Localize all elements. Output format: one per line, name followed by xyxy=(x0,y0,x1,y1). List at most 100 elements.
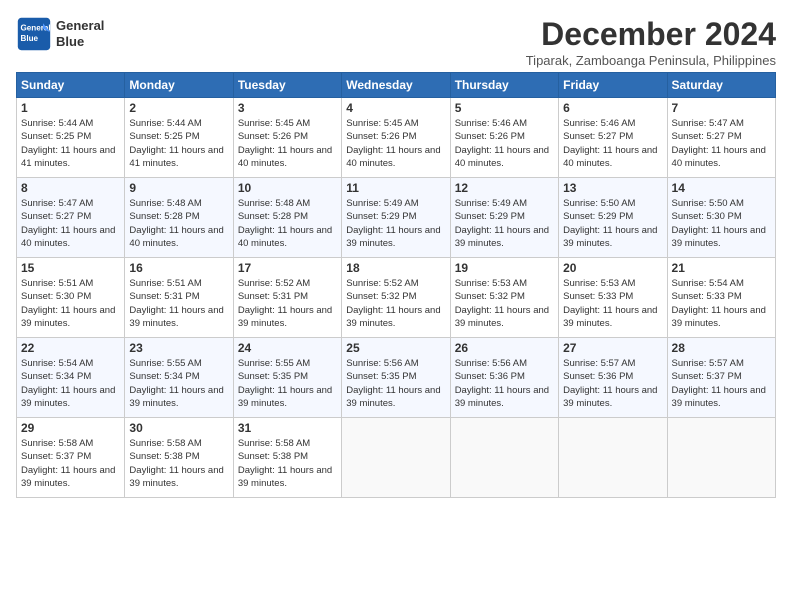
day-number: 10 xyxy=(238,181,337,195)
day-info: Sunrise: 5:58 AMSunset: 5:38 PMDaylight:… xyxy=(238,437,337,490)
calendar-cell: 13 Sunrise: 5:50 AMSunset: 5:29 PMDayligh… xyxy=(559,178,667,258)
day-info: Sunrise: 5:57 AMSunset: 5:36 PMDaylight:… xyxy=(563,357,662,410)
day-info: Sunrise: 5:53 AMSunset: 5:32 PMDaylight:… xyxy=(455,277,554,330)
day-info: Sunrise: 5:46 AMSunset: 5:27 PMDaylight:… xyxy=(563,117,662,170)
calendar-cell: 18 Sunrise: 5:52 AMSunset: 5:32 PMDayligh… xyxy=(342,258,450,338)
day-info: Sunrise: 5:48 AMSunset: 5:28 PMDaylight:… xyxy=(129,197,228,250)
day-number: 1 xyxy=(21,101,120,115)
day-info: Sunrise: 5:51 AMSunset: 5:30 PMDaylight:… xyxy=(21,277,120,330)
calendar-cell: 19 Sunrise: 5:53 AMSunset: 5:32 PMDayligh… xyxy=(450,258,558,338)
calendar-cell xyxy=(559,418,667,498)
day-number: 5 xyxy=(455,101,554,115)
calendar-cell: 8 Sunrise: 5:47 AMSunset: 5:27 PMDaylight… xyxy=(17,178,125,258)
day-info: Sunrise: 5:54 AMSunset: 5:34 PMDaylight:… xyxy=(21,357,120,410)
day-number: 24 xyxy=(238,341,337,355)
col-header-sunday: Sunday xyxy=(17,73,125,98)
calendar-table: SundayMondayTuesdayWednesdayThursdayFrid… xyxy=(16,72,776,498)
day-info: Sunrise: 5:47 AMSunset: 5:27 PMDaylight:… xyxy=(21,197,120,250)
calendar-week-3: 15 Sunrise: 5:51 AMSunset: 5:30 PMDayligh… xyxy=(17,258,776,338)
calendar-cell xyxy=(667,418,775,498)
calendar-cell: 15 Sunrise: 5:51 AMSunset: 5:30 PMDayligh… xyxy=(17,258,125,338)
calendar-cell: 7 Sunrise: 5:47 AMSunset: 5:27 PMDaylight… xyxy=(667,98,775,178)
day-info: Sunrise: 5:49 AMSunset: 5:29 PMDaylight:… xyxy=(455,197,554,250)
day-number: 4 xyxy=(346,101,445,115)
title-area: December 2024 Tiparak, Zamboanga Peninsu… xyxy=(526,16,776,68)
day-number: 27 xyxy=(563,341,662,355)
day-info: Sunrise: 5:45 AMSunset: 5:26 PMDaylight:… xyxy=(346,117,445,170)
calendar-cell: 29Sunrise: 5:58 AMSunset: 5:37 PMDayligh… xyxy=(17,418,125,498)
calendar-cell: 10 Sunrise: 5:48 AMSunset: 5:28 PMDayligh… xyxy=(233,178,341,258)
day-number: 30 xyxy=(129,421,228,435)
calendar-cell: 31 Sunrise: 5:58 AMSunset: 5:38 PMDayligh… xyxy=(233,418,341,498)
calendar-cell: 2 Sunrise: 5:44 AMSunset: 5:25 PMDaylight… xyxy=(125,98,233,178)
day-info: Sunrise: 5:55 AMSunset: 5:34 PMDaylight:… xyxy=(129,357,228,410)
logo: General Blue General Blue xyxy=(16,16,104,52)
calendar-cell: 5Sunrise: 5:46 AMSunset: 5:26 PMDaylight… xyxy=(450,98,558,178)
day-info: Sunrise: 5:44 AMSunset: 5:25 PMDaylight:… xyxy=(21,117,120,170)
day-info: Sunrise: 5:53 AMSunset: 5:33 PMDaylight:… xyxy=(563,277,662,330)
day-info: Sunrise: 5:54 AMSunset: 5:33 PMDaylight:… xyxy=(672,277,771,330)
calendar-cell: 21 Sunrise: 5:54 AMSunset: 5:33 PMDayligh… xyxy=(667,258,775,338)
col-header-monday: Monday xyxy=(125,73,233,98)
day-number: 9 xyxy=(129,181,228,195)
day-info: Sunrise: 5:50 AMSunset: 5:29 PMDaylight:… xyxy=(563,197,662,250)
day-info: Sunrise: 5:52 AMSunset: 5:32 PMDaylight:… xyxy=(346,277,445,330)
calendar-cell: 23 Sunrise: 5:55 AMSunset: 5:34 PMDayligh… xyxy=(125,338,233,418)
day-number: 8 xyxy=(21,181,120,195)
calendar-cell: 16 Sunrise: 5:51 AMSunset: 5:31 PMDayligh… xyxy=(125,258,233,338)
calendar-cell: 11Sunrise: 5:49 AMSunset: 5:29 PMDayligh… xyxy=(342,178,450,258)
day-info: Sunrise: 5:44 AMSunset: 5:25 PMDaylight:… xyxy=(129,117,228,170)
svg-text:Blue: Blue xyxy=(21,34,39,43)
calendar-cell: 22Sunrise: 5:54 AMSunset: 5:34 PMDayligh… xyxy=(17,338,125,418)
day-number: 19 xyxy=(455,261,554,275)
col-header-tuesday: Tuesday xyxy=(233,73,341,98)
day-number: 16 xyxy=(129,261,228,275)
day-number: 13 xyxy=(563,181,662,195)
day-number: 31 xyxy=(238,421,337,435)
day-number: 28 xyxy=(672,341,771,355)
header: General Blue General Blue December 2024 … xyxy=(16,16,776,68)
day-info: Sunrise: 5:50 AMSunset: 5:30 PMDaylight:… xyxy=(672,197,771,250)
day-number: 23 xyxy=(129,341,228,355)
day-number: 14 xyxy=(672,181,771,195)
location-title: Tiparak, Zamboanga Peninsula, Philippine… xyxy=(526,53,776,68)
day-number: 17 xyxy=(238,261,337,275)
day-number: 29 xyxy=(21,421,120,435)
day-info: Sunrise: 5:48 AMSunset: 5:28 PMDaylight:… xyxy=(238,197,337,250)
col-header-thursday: Thursday xyxy=(450,73,558,98)
calendar-cell: 1 Sunrise: 5:44 AMSunset: 5:25 PMDaylight… xyxy=(17,98,125,178)
calendar-week-1: 1 Sunrise: 5:44 AMSunset: 5:25 PMDaylight… xyxy=(17,98,776,178)
calendar-cell: 24Sunrise: 5:55 AMSunset: 5:35 PMDayligh… xyxy=(233,338,341,418)
day-info: Sunrise: 5:47 AMSunset: 5:27 PMDaylight:… xyxy=(672,117,771,170)
logo-text: General Blue xyxy=(56,18,104,49)
day-info: Sunrise: 5:58 AMSunset: 5:38 PMDaylight:… xyxy=(129,437,228,490)
calendar-cell: 6 Sunrise: 5:46 AMSunset: 5:27 PMDaylight… xyxy=(559,98,667,178)
col-header-saturday: Saturday xyxy=(667,73,775,98)
logo-icon: General Blue xyxy=(16,16,52,52)
day-number: 11 xyxy=(346,181,445,195)
calendar-cell: 3Sunrise: 5:45 AMSunset: 5:26 PMDaylight… xyxy=(233,98,341,178)
day-number: 2 xyxy=(129,101,228,115)
day-info: Sunrise: 5:51 AMSunset: 5:31 PMDaylight:… xyxy=(129,277,228,330)
day-number: 7 xyxy=(672,101,771,115)
month-title: December 2024 xyxy=(526,16,776,53)
calendar-cell: 14 Sunrise: 5:50 AMSunset: 5:30 PMDayligh… xyxy=(667,178,775,258)
day-info: Sunrise: 5:52 AMSunset: 5:31 PMDaylight:… xyxy=(238,277,337,330)
col-header-friday: Friday xyxy=(559,73,667,98)
calendar-cell xyxy=(342,418,450,498)
calendar-header-row: SundayMondayTuesdayWednesdayThursdayFrid… xyxy=(17,73,776,98)
calendar-cell: 25Sunrise: 5:56 AMSunset: 5:35 PMDayligh… xyxy=(342,338,450,418)
calendar-cell: 9 Sunrise: 5:48 AMSunset: 5:28 PMDaylight… xyxy=(125,178,233,258)
day-info: Sunrise: 5:45 AMSunset: 5:26 PMDaylight:… xyxy=(238,117,337,170)
day-number: 15 xyxy=(21,261,120,275)
calendar-cell: 27 Sunrise: 5:57 AMSunset: 5:36 PMDayligh… xyxy=(559,338,667,418)
day-number: 6 xyxy=(563,101,662,115)
day-number: 18 xyxy=(346,261,445,275)
day-number: 21 xyxy=(672,261,771,275)
day-number: 12 xyxy=(455,181,554,195)
calendar-cell: 17 Sunrise: 5:52 AMSunset: 5:31 PMDayligh… xyxy=(233,258,341,338)
day-number: 20 xyxy=(563,261,662,275)
calendar-cell xyxy=(450,418,558,498)
col-header-wednesday: Wednesday xyxy=(342,73,450,98)
calendar-cell: 28Sunrise: 5:57 AMSunset: 5:37 PMDayligh… xyxy=(667,338,775,418)
